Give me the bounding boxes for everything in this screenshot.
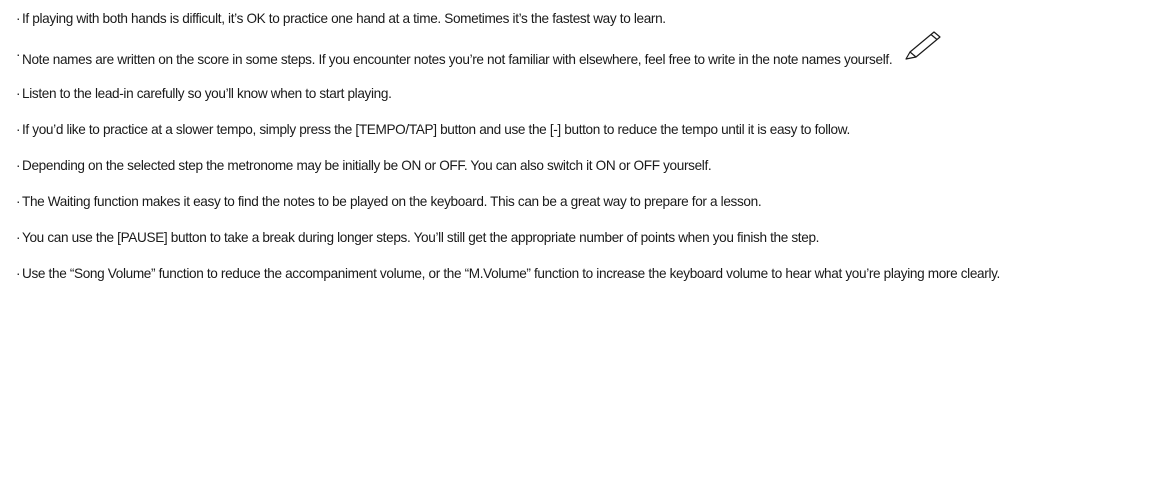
tip-one-hand: · If playing with both hands is difficul… xyxy=(16,8,1136,30)
tip-text: Note names are written on the score in s… xyxy=(22,52,893,67)
tips-list: · If playing with both hands is difficul… xyxy=(16,8,1136,299)
bullet: · xyxy=(16,266,21,281)
tip-note-names: · Note names are written on the score in… xyxy=(16,31,1136,71)
tip-text: You can use the [PAUSE] button to take a… xyxy=(22,230,820,245)
tip-text: If playing with both hands is difficult,… xyxy=(22,11,666,26)
tip-metronome: · Depending on the selected step the met… xyxy=(16,155,1136,177)
bullet: · xyxy=(16,86,21,101)
bullet: · xyxy=(16,11,21,26)
tip-text: If you’d like to practice at a slower te… xyxy=(22,122,850,137)
tip-pause-button: · You can use the [PAUSE] button to take… xyxy=(16,227,1136,249)
bullet: · xyxy=(16,47,21,62)
tip-slower-tempo: · If you’d like to practice at a slower … xyxy=(16,119,1136,141)
bullet: · xyxy=(16,122,21,137)
tip-text: The Waiting function makes it easy to fi… xyxy=(22,194,762,209)
bullet: · xyxy=(16,158,21,173)
bullet: · xyxy=(16,194,21,209)
pencil-icon xyxy=(904,31,944,70)
bullet: · xyxy=(16,230,21,245)
tip-waiting-function: · The Waiting function makes it easy to … xyxy=(16,191,1136,213)
tip-text: Listen to the lead-in carefully so you’l… xyxy=(22,86,392,101)
tip-song-volume: · Use the “Song Volume” function to redu… xyxy=(16,263,1136,285)
tip-lead-in: · Listen to the lead-in carefully so you… xyxy=(16,83,1136,105)
tip-text: Depending on the selected step the metro… xyxy=(22,158,712,173)
tip-text: Use the “Song Volume” function to reduce… xyxy=(22,266,1000,281)
